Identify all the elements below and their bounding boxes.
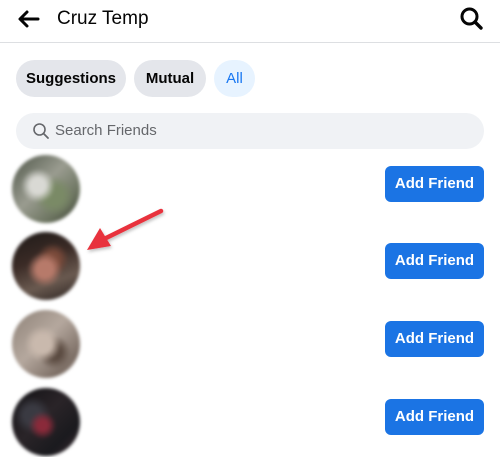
add-friend-button[interactable]: Add Friend (385, 166, 484, 202)
friend-row: Add Friend (0, 155, 500, 233)
avatar[interactable] (12, 155, 80, 223)
avatar[interactable] (12, 310, 80, 378)
search-icon (460, 7, 483, 30)
avatar[interactable] (12, 232, 80, 300)
friend-row: Add Friend (0, 310, 500, 388)
filter-chip-all[interactable]: All (214, 60, 255, 97)
avatar[interactable] (12, 388, 80, 456)
back-arrow-icon (18, 10, 40, 28)
back-button[interactable] (14, 6, 44, 32)
add-friend-button[interactable]: Add Friend (385, 321, 484, 357)
top-bar: Cruz Temp (0, 0, 500, 43)
filter-chip-mutual[interactable]: Mutual (134, 60, 206, 97)
page-title: Cruz Temp (57, 8, 149, 29)
friend-row: Add Friend (0, 232, 500, 310)
filter-chip-suggestions[interactable]: Suggestions (16, 60, 126, 97)
magnifier-icon (33, 123, 49, 139)
add-friend-button[interactable]: Add Friend (385, 399, 484, 435)
friend-row: Add Friend (0, 388, 500, 457)
header-search-button[interactable] (458, 5, 486, 33)
search-placeholder: Search Friends (55, 122, 157, 139)
add-friend-button[interactable]: Add Friend (385, 243, 484, 279)
search-friends-input[interactable]: Search Friends (16, 113, 484, 149)
